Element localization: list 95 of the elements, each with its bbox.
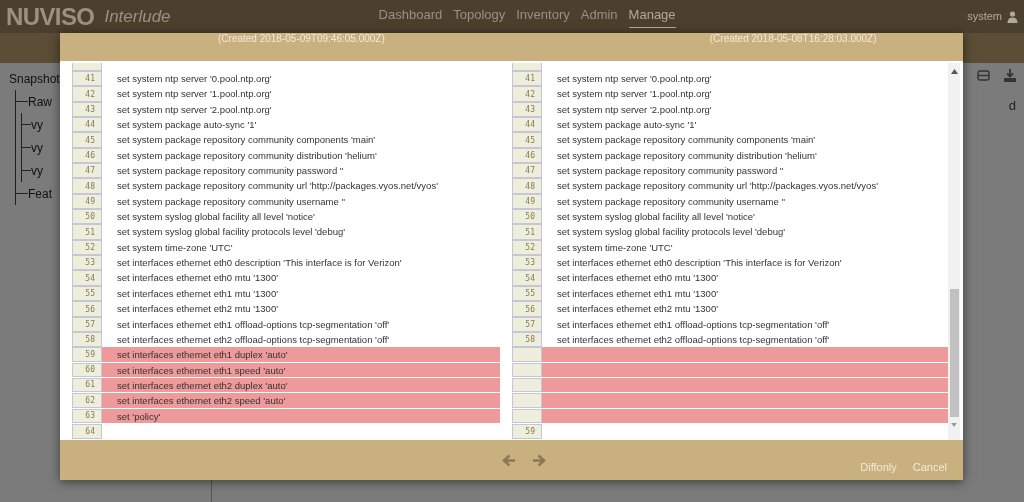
line-number: 50 bbox=[72, 209, 102, 225]
config-line: set system time-zone 'UTC' bbox=[117, 240, 233, 255]
config-line: set interfaces ethernet eth1 offload-options tcp-segmentation 'off' bbox=[117, 317, 390, 332]
config-line: set interfaces ethernet eth0 description 'This interface is for Verizon' bbox=[117, 256, 402, 271]
config-line: set system package repository community username '' bbox=[117, 194, 346, 209]
nav-link[interactable]: Admin bbox=[580, 5, 618, 28]
tree-item[interactable]: vy bbox=[31, 161, 43, 180]
config-line: set interfaces ethernet eth1 speed 'auto' bbox=[117, 363, 286, 377]
config-line: set system package auto-sync '1' bbox=[557, 118, 697, 133]
config-line: set interfaces ethernet eth0 mtu '1300' bbox=[117, 271, 278, 286]
arrow-right-icon[interactable] bbox=[532, 453, 546, 467]
line-number bbox=[512, 393, 542, 408]
line-number: 54 bbox=[512, 270, 542, 286]
config-line: set system ntp server '0.pool.ntp.org' bbox=[117, 72, 272, 86]
line-number: 44 bbox=[72, 117, 102, 133]
nav-link[interactable]: Topology bbox=[453, 5, 506, 28]
config-line: set system time-zone 'UTC' bbox=[557, 240, 673, 255]
config-line: set interfaces ethernet eth2 duplex 'auto' bbox=[117, 378, 288, 393]
line-number: 42 bbox=[512, 86, 542, 102]
line-number: 51 bbox=[512, 224, 542, 240]
config-line: set system syslog global facility protocols level 'debug' bbox=[117, 225, 346, 240]
line-number bbox=[512, 347, 542, 362]
config-line: set system package auto-sync '1' bbox=[117, 118, 257, 133]
line-number: 50 bbox=[512, 209, 542, 225]
config-line: set system syslog global facility protocols level 'debug' bbox=[557, 225, 786, 240]
download-icon[interactable] bbox=[1004, 69, 1016, 82]
scroll-up-icon[interactable] bbox=[950, 69, 958, 74]
line-number: 59 bbox=[72, 347, 102, 362]
line-number: 53 bbox=[512, 255, 542, 271]
config-line: set interfaces ethernet eth2 mtu '1300' bbox=[117, 302, 278, 317]
config-line: set system package repository community url 'http://packages.vyos.net/vyos' bbox=[557, 179, 878, 194]
user-icon[interactable] bbox=[1007, 10, 1018, 23]
config-line: set system package repository community distribution 'helium' bbox=[557, 148, 817, 163]
config-line: set system ntp server '0.pool.ntp.org' bbox=[557, 72, 712, 86]
config-line: set system package repository community distribution 'helium' bbox=[117, 148, 377, 163]
config-line: set interfaces ethernet eth2 offload-options tcp-segmentation 'off' bbox=[557, 332, 830, 347]
tree-item[interactable]: Raw bbox=[28, 92, 52, 111]
product-name: Interlude bbox=[104, 5, 171, 28]
line-number: 53 bbox=[72, 255, 102, 271]
config-line: set system syslog global facility all level 'notice' bbox=[117, 210, 315, 225]
config-line: set system ntp server '1.pool.ntp.org' bbox=[117, 87, 272, 102]
config-line: set system ntp server '2.pool.ntp.org' bbox=[117, 102, 272, 117]
nav-link[interactable]: Inventory bbox=[516, 5, 570, 28]
arrow-left-icon[interactable] bbox=[502, 453, 516, 467]
config-line: set system ntp server '1.pool.ntp.org' bbox=[557, 87, 712, 102]
config-line: set system package repository community password '' bbox=[117, 164, 344, 179]
line-number: 54 bbox=[72, 270, 102, 286]
nav-link[interactable]: Manage bbox=[628, 5, 676, 28]
config-line: set system syslog global facility all level 'notice' bbox=[557, 210, 755, 225]
username: system bbox=[967, 9, 1002, 25]
right-version-title: (Created 2018-05-08T16:28:03.000Z) bbox=[709, 33, 877, 45]
tree-item[interactable]: Feat bbox=[28, 184, 52, 203]
line-number: 44 bbox=[512, 117, 542, 133]
line-number: 48 bbox=[72, 178, 102, 194]
tree-item[interactable]: vy bbox=[31, 138, 43, 157]
line-number: 41 bbox=[72, 71, 102, 87]
config-line: set interfaces ethernet eth1 offload-options tcp-segmentation 'off' bbox=[557, 317, 830, 332]
tree-item[interactable]: vy bbox=[31, 115, 43, 134]
line-number: 47 bbox=[512, 163, 542, 179]
config-line: set interfaces ethernet eth1 mtu '1300' bbox=[117, 286, 278, 301]
config-line: set interfaces ethernet eth0 mtu '1300' bbox=[557, 271, 718, 286]
line-number: 42 bbox=[72, 86, 102, 102]
config-line: set system package repository community components 'main' bbox=[117, 133, 376, 148]
config-line: set system package repository community url 'http://packages.vyos.net/vyos' bbox=[117, 179, 438, 194]
config-line: set interfaces ethernet eth2 speed 'auto' bbox=[117, 394, 286, 408]
line-number: 56 bbox=[72, 301, 102, 317]
scroll-down-icon[interactable] bbox=[951, 423, 957, 427]
line-number: 47 bbox=[72, 163, 102, 179]
line-number: 45 bbox=[72, 132, 102, 148]
config-line: set system package repository community password '' bbox=[557, 164, 784, 179]
line-number: 62 bbox=[72, 393, 102, 408]
column-header: d bbox=[1008, 97, 1016, 115]
config-line: set interfaces ethernet eth2 offload-options tcp-segmentation 'off' bbox=[117, 332, 390, 347]
config-line: set system package repository community username '' bbox=[557, 194, 786, 209]
nav-link[interactable]: Dashboard bbox=[378, 5, 443, 28]
config-line: set interfaces ethernet eth1 duplex 'auto' bbox=[117, 348, 288, 362]
line-number: 56 bbox=[512, 301, 542, 317]
line-number: 41 bbox=[512, 71, 542, 87]
expand-icon[interactable] bbox=[977, 70, 990, 81]
tree-item[interactable]: Snapshot bbox=[9, 69, 60, 88]
config-line: set 'policy' bbox=[117, 409, 161, 423]
config-line: set interfaces ethernet eth2 mtu '1300' bbox=[557, 302, 718, 317]
line-number: 48 bbox=[512, 178, 542, 194]
scrollbar-thumb[interactable] bbox=[949, 289, 959, 417]
config-line: set system package repository community components 'main' bbox=[557, 133, 816, 148]
line-number: 45 bbox=[512, 132, 542, 148]
left-version-title: (Created 2018-05-09T09:46:05.000Z) bbox=[218, 33, 385, 45]
config-line: set interfaces ethernet eth1 mtu '1300' bbox=[557, 286, 718, 301]
gutter-cell bbox=[72, 63, 102, 71]
gutter-cell bbox=[512, 63, 542, 71]
logo: NUVISO bbox=[6, 1, 95, 32]
config-line: set interfaces ethernet eth0 description 'This interface is for Verizon' bbox=[557, 256, 842, 271]
line-number: 51 bbox=[72, 224, 102, 240]
config-line: set system ntp server '2.pool.ntp.org' bbox=[557, 102, 712, 117]
scrollbar[interactable] bbox=[948, 63, 960, 440]
